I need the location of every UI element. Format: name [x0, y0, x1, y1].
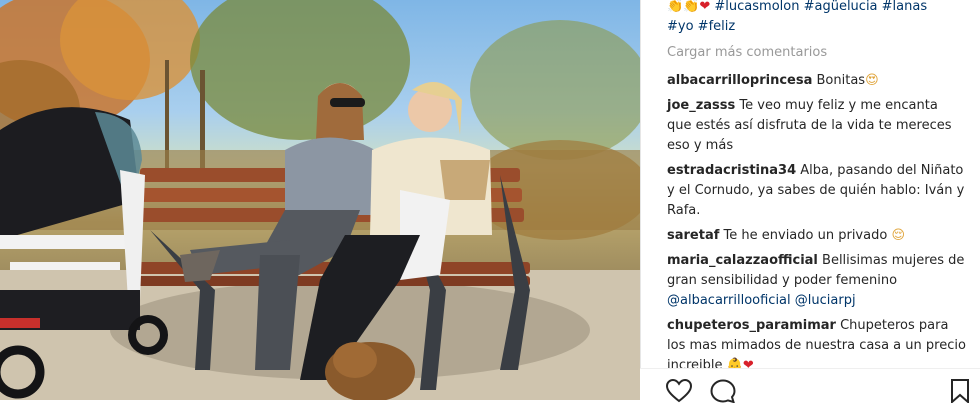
caption-hashtags-line1[interactable]: #lucasmolon #agüelucia #lanas — [710, 0, 927, 14]
load-more-comments-link[interactable]: Cargar más comentarios — [667, 43, 966, 63]
comment-mention[interactable]: @albacarrillooficial — [667, 293, 791, 308]
post-caption: 👏👏❤ #lucasmolon #agüelucia #lanas #yo #f… — [667, 0, 966, 37]
caption-heart: ❤ — [699, 0, 711, 14]
comment-username[interactable]: albacarrilloprincesa — [667, 73, 812, 88]
caption-emojis: 👏👏 — [667, 0, 700, 14]
comment-item: estradacristina34 Alba, pasando del Niña… — [667, 161, 966, 221]
comment-text: Bonitas — [816, 73, 866, 88]
photo-illustration — [0, 0, 640, 400]
heart-outline-icon[interactable] — [665, 378, 693, 407]
post-actions-bar — [640, 368, 980, 405]
comment-item: albacarrilloprincesa Bonitas😍 — [667, 71, 966, 91]
comment-item: joe_zasss Te veo muy feliz y me encanta … — [667, 96, 966, 156]
caption-hashtags-line2[interactable]: #yo #feliz — [667, 19, 735, 34]
comment-emoji: 😌 — [891, 228, 905, 243]
comment-item: maria_calazzaofficial Bellisimas mujeres… — [667, 251, 966, 311]
comment-item: saretaf Te he enviado un privado 😌 — [667, 226, 966, 246]
comment-username[interactable]: maria_calazzaofficial — [667, 253, 818, 268]
comment-emoji: 😍 — [865, 73, 879, 88]
post-photo[interactable] — [0, 0, 640, 400]
comment-mention[interactable]: @luciarpj — [795, 293, 856, 308]
comment-username[interactable]: joe_zasss — [667, 98, 735, 113]
bookmark-icon[interactable] — [950, 379, 970, 407]
comment-text: Te he enviado un privado — [723, 228, 888, 243]
comment-username[interactable]: saretaf — [667, 228, 719, 243]
comment-username[interactable]: chupeteros_paramimar — [667, 318, 836, 333]
speech-bubble-icon[interactable] — [710, 379, 736, 407]
comment-username[interactable]: estradacristina34 — [667, 163, 796, 178]
comments-panel: 👏👏❤ #lucasmolon #agüelucia #lanas #yo #f… — [640, 0, 980, 400]
